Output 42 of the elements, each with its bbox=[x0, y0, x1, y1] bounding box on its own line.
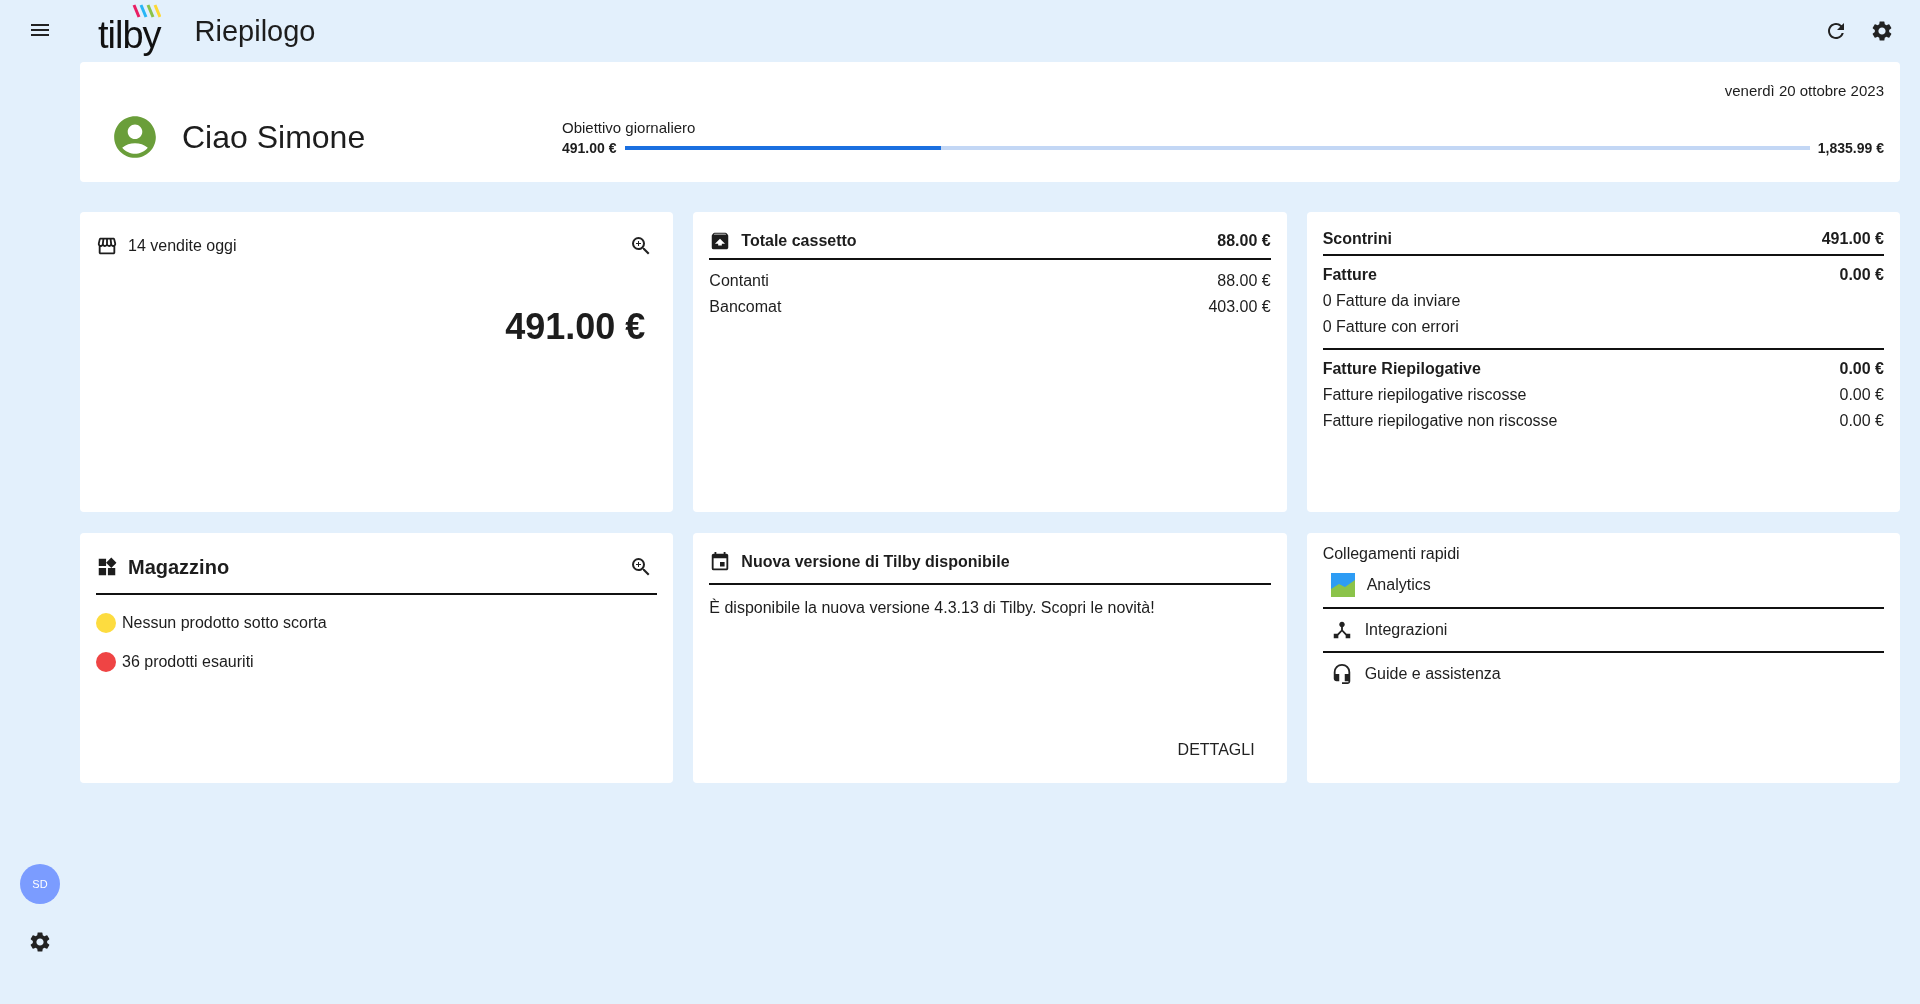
settings-icon bbox=[1870, 19, 1894, 43]
details-button[interactable]: DETTAGLI bbox=[1161, 735, 1271, 765]
card-title: Totale cassetto bbox=[741, 232, 857, 250]
section-total: 491.00 € bbox=[1821, 230, 1884, 248]
quick-link[interactable]: Analytics bbox=[1322, 563, 1884, 609]
quick-link[interactable]: Integrazioni bbox=[1322, 609, 1884, 653]
section-title: Scontrini bbox=[1322, 230, 1392, 248]
row-label: Bancomat bbox=[709, 298, 782, 316]
row-value: 88.00 € bbox=[1217, 272, 1271, 290]
card-title: Collegamenti rapidi bbox=[1322, 545, 1461, 563]
stock-status: 36 prodotti esauriti bbox=[122, 653, 254, 671]
app-logo: tilby bbox=[98, 4, 163, 58]
drawer-total: 88.00 € bbox=[1217, 232, 1271, 250]
page-title: Riepilogo bbox=[194, 14, 316, 48]
card-title: Magazzino bbox=[128, 555, 230, 579]
row-value: 0.00 € bbox=[1839, 412, 1884, 430]
row-label: 0 Fatture con errori bbox=[1322, 318, 1459, 336]
quick-link[interactable]: Guide e assistenza bbox=[1322, 653, 1884, 695]
section-total: 0.00 € bbox=[1839, 360, 1884, 378]
greeting-text: Ciao Simone bbox=[182, 118, 367, 156]
date-text: venerdì 20 ottobre 2023 bbox=[1724, 82, 1884, 99]
goal-target: 1,835.99 € bbox=[1817, 139, 1884, 156]
row-value: 0.00 € bbox=[1839, 386, 1884, 404]
widgets-icon bbox=[96, 556, 118, 578]
card-title: Nuova versione di Tilby disponibile bbox=[741, 553, 1010, 571]
section-total: 0.00 € bbox=[1839, 266, 1884, 284]
sales-count: 14 vendite oggi bbox=[128, 237, 237, 255]
row-label: Fatture riepilogative riscosse bbox=[1322, 386, 1527, 404]
row-label: Contanti bbox=[709, 272, 769, 290]
goal-label: Obiettivo giornaliero bbox=[562, 118, 697, 136]
store-icon bbox=[96, 235, 118, 257]
section-title: Fatture Riepilogative bbox=[1322, 360, 1481, 378]
section-title: Fatture bbox=[1322, 266, 1377, 284]
row-label: Fatture riepilogative non riscosse bbox=[1322, 412, 1558, 430]
row-value: 403.00 € bbox=[1208, 298, 1271, 316]
stock-status: Nessun prodotto sotto scorta bbox=[122, 614, 327, 632]
sales-total: 491.00 € bbox=[504, 306, 646, 348]
row-label: 0 Fatture da inviare bbox=[1322, 292, 1461, 310]
chart-icon bbox=[1330, 573, 1355, 597]
settings-icon bbox=[28, 930, 52, 954]
news-text: È disponibile la nuova versione 4.3.13 di Tilby. Scopri le novità! bbox=[709, 599, 1156, 617]
goal-current: 491.00 € bbox=[562, 139, 617, 156]
